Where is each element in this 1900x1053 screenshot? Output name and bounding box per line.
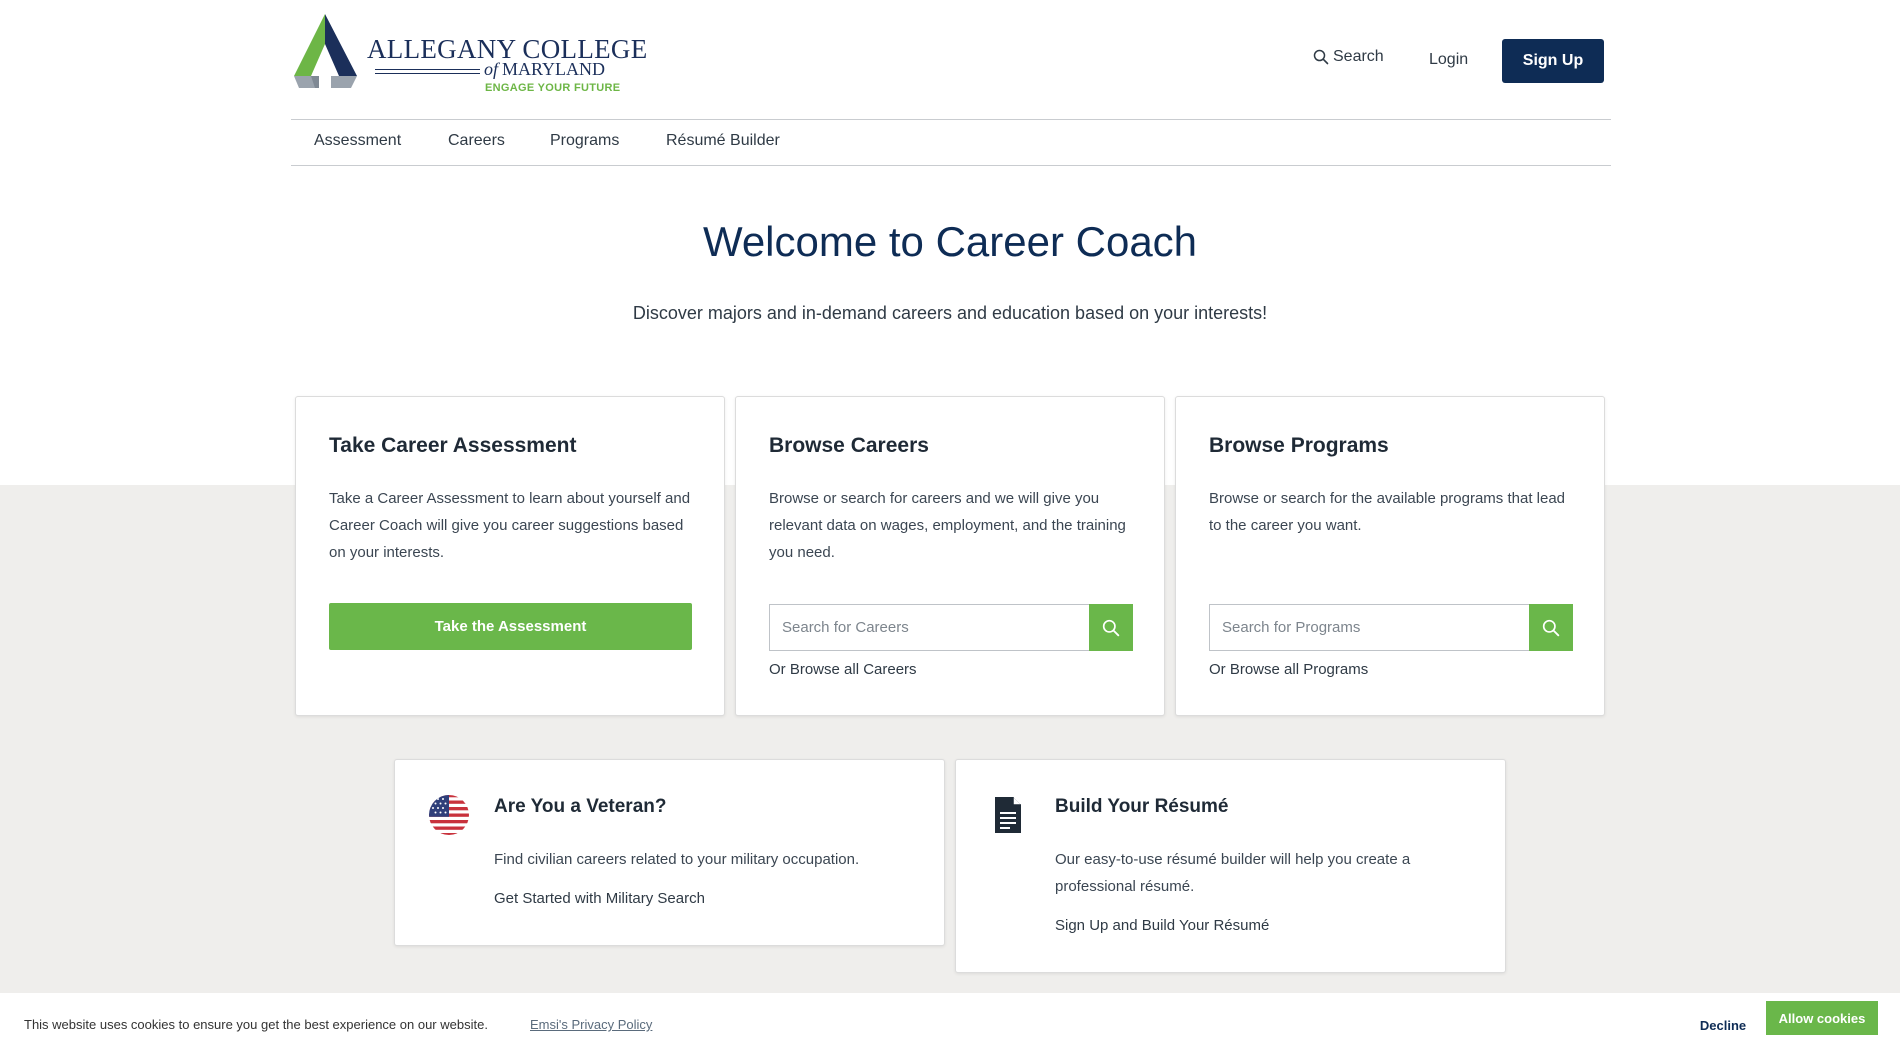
- veteran-card-text: Find civilian careers related to your mi…: [494, 851, 860, 868]
- logo-sub-state: MARYLAND: [502, 59, 606, 79]
- programs-card-text: Browse or search for the available progr…: [1209, 490, 1566, 534]
- logo-sub-of: of: [484, 59, 499, 79]
- header-search-button[interactable]: Search: [1313, 48, 1384, 66]
- login-link[interactable]: Login: [1429, 51, 1468, 69]
- programs-card-title: Browse Programs: [1209, 434, 1389, 457]
- allow-cookies-button[interactable]: Allow cookies: [1766, 1001, 1878, 1035]
- logo-rule: [375, 69, 480, 70]
- nav-item-resume-builder[interactable]: Résumé Builder: [666, 132, 780, 150]
- logo-tagline: ENGAGE YOUR FUTURE: [485, 82, 621, 94]
- document-icon: [995, 797, 1021, 833]
- build-resume-link[interactable]: Sign Up and Build Your Résumé: [1055, 917, 1269, 934]
- browse-all-careers-link[interactable]: Or Browse all Careers: [769, 661, 917, 678]
- search-icon: [1313, 49, 1329, 65]
- nav-item-careers[interactable]: Careers: [448, 132, 505, 150]
- us-flag-icon: [429, 795, 469, 835]
- careers-search: [769, 604, 1133, 651]
- resume-card-text: Our easy-to-use résumé builder will help…: [1055, 851, 1411, 895]
- main-nav: Assessment Careers Programs Résumé Build…: [291, 119, 1611, 166]
- assessment-card-text: Take a Career Assessment to learn about …: [329, 490, 691, 561]
- military-search-link[interactable]: Get Started with Military Search: [494, 890, 705, 907]
- browse-all-programs-link[interactable]: Or Browse all Programs: [1209, 661, 1368, 678]
- search-icon: [1542, 619, 1560, 636]
- assessment-card: Take Career Assessment Take a Career Ass…: [295, 396, 725, 716]
- careers-card-title: Browse Careers: [769, 434, 929, 457]
- logo-rule: [375, 73, 480, 74]
- signup-button[interactable]: Sign Up: [1502, 39, 1604, 83]
- nav-item-assessment[interactable]: Assessment: [314, 132, 401, 150]
- programs-search-input[interactable]: [1209, 604, 1529, 651]
- cookie-message: This website uses cookies to ensure you …: [24, 1017, 488, 1032]
- header-search-label: Search: [1333, 48, 1384, 65]
- veteran-card: Are You a Veteran? Find civilian careers…: [394, 759, 945, 946]
- resume-card-title: Build Your Résumé: [1055, 796, 1229, 817]
- decline-cookies-button[interactable]: Decline: [1690, 1009, 1756, 1041]
- logo-mark-icon: [294, 14, 357, 88]
- college-logo[interactable]: ALLEGANY COLLEGE of MARYLAND ENGAGE YOUR …: [291, 14, 647, 94]
- programs-search-button[interactable]: [1529, 604, 1573, 651]
- veteran-card-title: Are You a Veteran?: [494, 796, 667, 817]
- cookie-banner: This website uses cookies to ensure you …: [0, 993, 1900, 1053]
- site-header: ALLEGANY COLLEGE of MARYLAND ENGAGE YOUR …: [291, 0, 1611, 119]
- browse-programs-card: Browse Programs Browse or search for the…: [1175, 396, 1605, 716]
- privacy-policy-link[interactable]: Emsi's Privacy Policy: [530, 1017, 652, 1032]
- careers-search-button[interactable]: [1089, 604, 1133, 651]
- page-subtitle: Discover majors and in-demand careers an…: [632, 303, 1268, 323]
- programs-search: [1209, 604, 1573, 651]
- assessment-card-title: Take Career Assessment: [329, 434, 577, 457]
- page-title: Welcome to Career Coach: [702, 218, 1198, 265]
- careers-card-text: Browse or search for careers and we will…: [769, 490, 1126, 561]
- logo-subtitle: of MARYLAND: [484, 59, 605, 80]
- careers-search-input[interactable]: [769, 604, 1089, 651]
- resume-card: Build Your Résumé Our easy-to-use résumé…: [955, 759, 1506, 973]
- nav-item-programs[interactable]: Programs: [550, 132, 619, 150]
- take-assessment-button[interactable]: Take the Assessment: [329, 603, 692, 650]
- browse-careers-card: Browse Careers Browse or search for care…: [735, 396, 1165, 716]
- search-icon: [1102, 619, 1120, 636]
